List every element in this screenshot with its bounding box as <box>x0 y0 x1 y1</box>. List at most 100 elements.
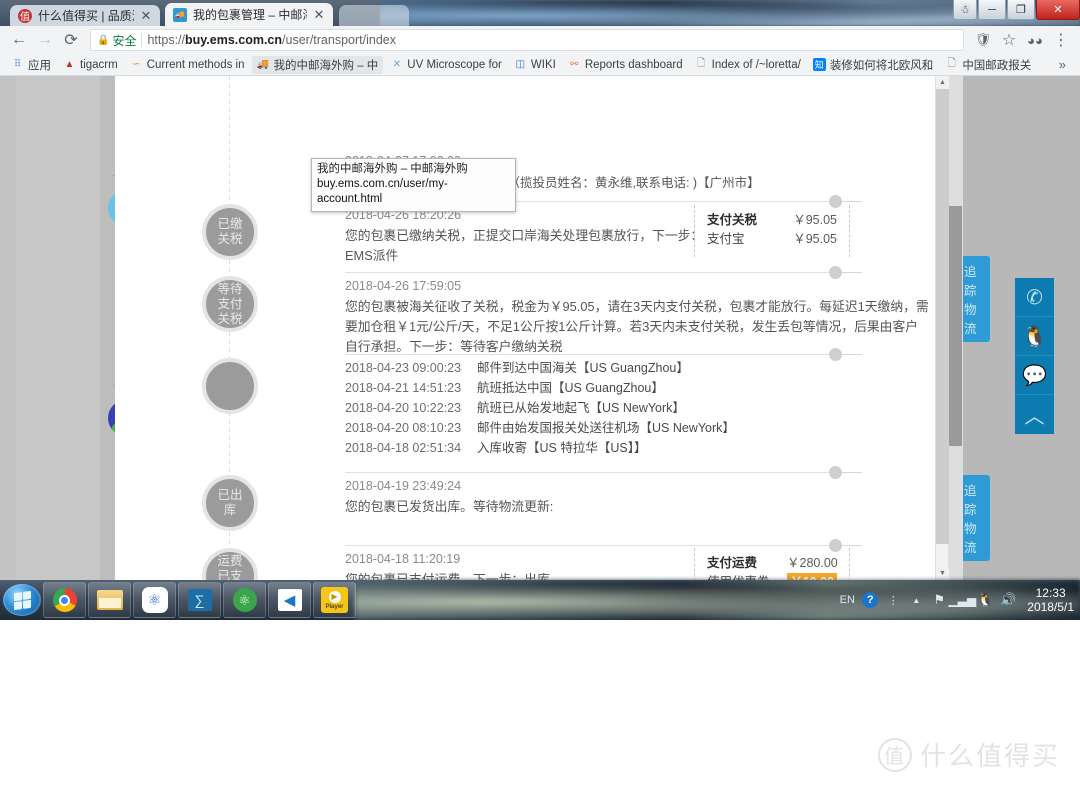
language-indicator[interactable]: EN <box>839 592 855 608</box>
tab-0[interactable]: 值 什么值得买 | 品质消费第 ✕ <box>10 5 160 26</box>
bookmark-index-loretta-label: Index of /~loretta/ <box>711 58 801 71</box>
event-3-dot <box>829 466 842 479</box>
page-viewport: 预报包 我的海 理赔管 账户 Accou 账户信 我的收 优惠券 交易记 晒单记… <box>0 76 1080 580</box>
new-tab-area[interactable] <box>339 5 409 26</box>
sub-event-1-desc: 航班抵达中国【US GuangZhou】 <box>477 381 664 395</box>
system-tray: EN ? ⋮ ▲ ⚑ ▁▃▅ 🐧 🔊 12:33 2018/5/1 <box>839 580 1080 620</box>
maximize-button[interactable]: ❐ <box>1007 0 1035 20</box>
page-bottom-area: 值 什么值得买 <box>0 620 1080 791</box>
bookmark-ems[interactable]: 🚚 我的中邮海外购 – 中 <box>251 55 384 74</box>
qq-tray-icon[interactable]: 🐧 <box>977 592 993 608</box>
action-center-flag-icon[interactable]: ⚑ <box>931 592 947 608</box>
timeline-node-4[interactable]: 运费已支付 <box>202 548 258 580</box>
network-signal-icon[interactable]: ▁▃▅ <box>948 592 976 608</box>
tab-0-close-icon[interactable]: ✕ <box>140 9 152 22</box>
event-3-time: 2018-04-19 23:49:24 <box>345 479 462 493</box>
close-button[interactable]: ✕ <box>1036 0 1080 20</box>
bookmark-uv-microscope-label: UV Microscope for <box>407 58 502 71</box>
minimize-button[interactable]: ─ <box>978 0 1006 20</box>
event-3-desc: 您的包裹已发货出库。等待物流更新: <box>345 499 554 514</box>
event-0-pay-amount-0: ￥95.05 <box>793 213 837 227</box>
event-1-rule <box>345 272 830 273</box>
modal-scrollbar[interactable]: ▲ ▼ <box>935 76 949 580</box>
url-scheme: https:// <box>147 33 185 47</box>
profile-avatar-icon[interactable]: ◕◕ <box>1022 27 1048 53</box>
timeline-node-0[interactable]: 已缴关税 <box>202 204 258 260</box>
page-scrollbar[interactable] <box>948 76 963 580</box>
url-path: /user/transport/index <box>282 33 396 47</box>
back-to-top-icon[interactable]: ︿ <box>1015 395 1054 434</box>
clock-time: 12:33 <box>1035 586 1066 600</box>
event-4-payment-box: 支付运费 ￥280.00 使用优惠券 ￥10.00 Visa支付折扣 ￥28.0… <box>694 548 850 580</box>
bookmark-reports-dashboard[interactable]: ⚯ Reports dashboard <box>563 56 688 74</box>
taskbar-atom-icon[interactable]: ⚛ <box>223 582 266 618</box>
modal-scroll-down-icon[interactable]: ▼ <box>936 567 949 580</box>
phone-icon[interactable]: ✆ <box>1015 278 1054 317</box>
bookmark-wiki[interactable]: ◫ WIKI <box>509 56 561 74</box>
address-bar[interactable]: 🔒 安全 https://buy.ems.com.cn/user/transpo… <box>90 29 964 51</box>
site-icon: ▲ <box>64 59 75 70</box>
science-icon: ∽ <box>132 59 141 70</box>
sub-event-4-desc: 入库收寄【US 特拉华【US】】 <box>477 441 647 455</box>
modal-scrollbar-thumb[interactable] <box>936 89 949 544</box>
reload-icon[interactable]: ⟳ <box>58 27 84 53</box>
taskbar-foxmail-icon[interactable]: ◀ <box>268 582 311 618</box>
wechat-icon[interactable]: 💬 <box>1015 356 1054 395</box>
event-2: 2018-04-23 09:00:23 邮件到达中国海关【US GuangZho… <box>345 358 925 458</box>
package-tracking-modal: 2018-04-27 17:02:00 分公司快件监管中心国已收件（揽投员姓名：… <box>115 76 935 580</box>
chrome-menu-icon[interactable]: ⋮ <box>1048 27 1074 53</box>
event-4-pay-row-0: 支付运费 ￥280.00 <box>707 554 838 573</box>
bookmark-star-icon[interactable]: ☆ <box>996 27 1022 53</box>
page-scrollbar-thumb[interactable] <box>949 206 962 446</box>
tab-1[interactable]: 🚚 我的包裹管理 – 中邮海外 ✕ <box>165 3 333 26</box>
sub-event-2-time: 2018-04-20 10:22:23 <box>345 401 462 415</box>
browser-window: 值 什么值得买 | 品质消费第 ✕ 🚚 我的包裹管理 – 中邮海外 ✕ ☃ ─ … <box>0 0 1080 620</box>
taskbar-file-explorer-icon[interactable] <box>88 582 131 618</box>
volume-icon[interactable]: 🔊 <box>1000 592 1016 608</box>
user-account-icon[interactable]: ☃ <box>953 0 977 20</box>
back-icon[interactable]: ← <box>6 27 32 53</box>
taskbar-chrome-icon[interactable] <box>43 582 86 618</box>
bookmark-uv-microscope[interactable]: ✕ UV Microscope for <box>385 56 507 74</box>
tab-1-close-icon[interactable]: ✕ <box>313 8 325 21</box>
help-icon[interactable]: ? <box>862 592 879 608</box>
bookmark-apps[interactable]: ⠿ 应用 <box>6 56 56 74</box>
qq-penguin-icon[interactable]: 🐧 <box>1015 317 1054 356</box>
bookmark-zhihu-label: 装修如何将北欧风和 <box>829 59 934 72</box>
taskbar-baidu-netdisk-icon[interactable]: ⚛ <box>133 582 176 618</box>
bookmarks-overflow-icon[interactable]: » <box>1051 57 1074 72</box>
taskbar-player-icon[interactable]: ▶ Player <box>313 582 356 618</box>
sub-event-0-time: 2018-04-23 09:00:23 <box>345 361 462 375</box>
event-4-pay-amount-0: ￥280.00 <box>787 556 838 570</box>
event-4-desc: 您的包裹已支付运费，下一步：出库 <box>345 572 550 580</box>
windows-start-orb[interactable] <box>3 584 41 616</box>
bookmarks-bar: ⠿ 应用 ▲ tigacrm ∽ Current methods in 🚚 我的… <box>0 54 1080 76</box>
timeline-node-1[interactable]: 等待支付关税 <box>202 276 258 332</box>
modal-scroll-up-icon[interactable]: ▲ <box>936 76 949 89</box>
bookmark-tigacrm[interactable]: ▲ tigacrm <box>58 56 123 74</box>
lock-icon: 🔒 <box>97 34 110 46</box>
event-0-payment-box: 支付关税 ￥95.05 支付宝 ￥95.05 <box>694 205 850 257</box>
sub-event-3-desc: 邮件由始发国报关处送往机场【US NewYork】 <box>477 421 735 435</box>
timeline-node-3[interactable]: 已出库 <box>202 475 258 531</box>
event-1: 2018-04-26 17:59:05 您的包裹被海关征收了关税，税金为￥95.… <box>345 279 929 357</box>
timeline-node-2[interactable] <box>202 358 258 414</box>
taskbar-clock[interactable]: 12:33 2018/5/1 <box>1027 586 1074 614</box>
browser-titlebar: 值 什么值得买 | 品质消费第 ✕ 🚚 我的包裹管理 – 中邮海外 ✕ ☃ ─ … <box>0 0 1080 26</box>
page-left-panel <box>16 76 100 580</box>
taskbar-powershell-icon[interactable]: ∑ <box>178 582 221 618</box>
bookmark-china-post[interactable]: 🗋 中国邮政报关 <box>940 56 1036 74</box>
event-4-pay-row-1: 使用优惠券 ￥10.00 <box>707 573 837 580</box>
x-icon: ✕ <box>392 59 401 70</box>
shield-extension-icon[interactable]: 🛡 <box>970 27 996 53</box>
tray-expander-icon[interactable]: ▲ <box>908 592 924 608</box>
show-hidden-icons-icon[interactable]: ⋮ <box>885 592 901 608</box>
event-4-pay-label-0: 支付运费 <box>707 556 758 570</box>
contact-rail: ✆ 🐧 💬 ︿ <box>1015 278 1054 434</box>
bookmark-current-methods[interactable]: ∽ Current methods in <box>125 56 250 74</box>
window-controls: ☃ ─ ❐ ✕ <box>952 0 1080 22</box>
browser-navbar: ← → ⟳ 🔒 安全 https://buy.ems.com.cn/user/t… <box>0 26 1080 54</box>
bookmark-zhihu[interactable]: 知 装修如何将北欧风和 <box>808 56 939 74</box>
sub-event-1-time: 2018-04-21 14:51:23 <box>345 381 462 395</box>
bookmark-index-loretta[interactable]: 🗋 Index of /~loretta/ <box>690 56 806 74</box>
